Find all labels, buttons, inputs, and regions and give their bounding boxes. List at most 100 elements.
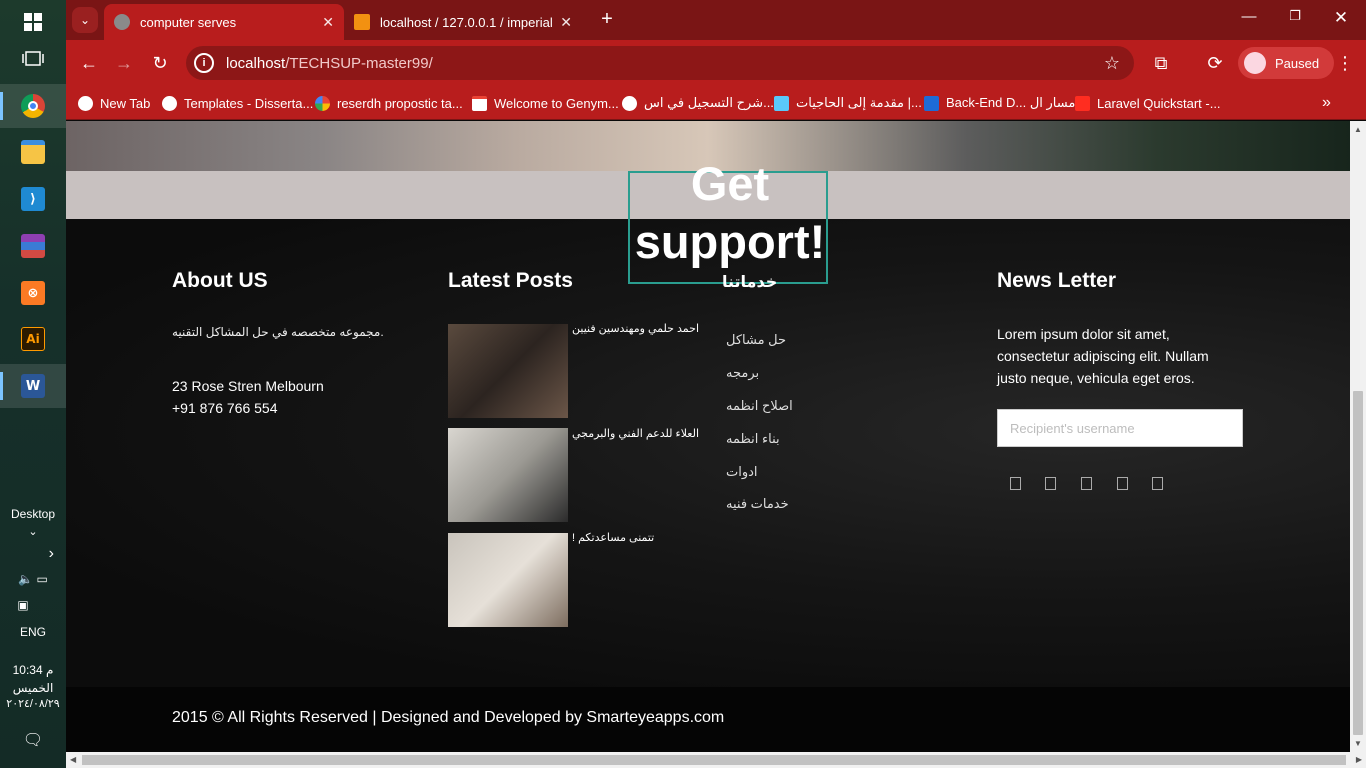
taskbar-illustrator[interactable]: Ai (0, 317, 66, 361)
tab-strip: ⌄ computer serves ✕ localhost / 127.0.0.… (66, 0, 1366, 40)
scroll-right-icon[interactable]: ▶ (1356, 755, 1362, 764)
about-phone: +91 876 766 554 (172, 400, 278, 416)
google-icon (315, 95, 330, 111)
services-title: خدماتنا (722, 274, 778, 291)
service-link[interactable]: حل مشاكل (726, 332, 786, 348)
bookmark-genymotion[interactable]: Welcome to Genym... (472, 92, 619, 114)
linkedin-icon[interactable] (1117, 477, 1128, 490)
taskbar-file-explorer[interactable] (0, 130, 66, 174)
bookmark-laravel[interactable]: Laravel Quickstart -... (1075, 92, 1221, 114)
facebook-icon[interactable] (1010, 477, 1021, 490)
service-link[interactable]: بناء انظمه (726, 431, 780, 447)
url-host: localhost (226, 54, 286, 72)
taskbar-winrar[interactable] (0, 224, 66, 268)
bookmark-label: Welcome to Genym... (494, 95, 619, 111)
tab-title: computer serves (140, 14, 237, 30)
windows-start-icon (21, 10, 45, 34)
language-indicator[interactable]: ENG (0, 625, 66, 639)
bookmark-label: شرح التسجيل في اس... (644, 95, 774, 110)
page-viewport: Get support! About US مجموعه متخصصه في ح… (66, 121, 1350, 752)
extensions-button[interactable]: ⧉ (1148, 50, 1174, 76)
menu-button[interactable]: ⋮ (1332, 50, 1358, 76)
about-title: About US (172, 269, 268, 292)
volume-icon[interactable]: 🔈 (18, 572, 33, 586)
youtube-icon[interactable] (1152, 477, 1163, 490)
notification-icon[interactable]: 🗨 (0, 730, 66, 750)
bookmark-flutter[interactable]: مقدمة إلى الحاجيات |... (774, 92, 922, 114)
laravel-icon (1075, 95, 1090, 111)
chevron-right-icon[interactable]: › (14, 545, 54, 563)
bookmark-label: New Tab (100, 95, 151, 111)
service-link[interactable]: برمجه (726, 365, 759, 381)
tab-search-button[interactable]: ⌄ (72, 7, 98, 33)
desktop-label[interactable]: Desktop (0, 507, 66, 521)
post-thumbnail[interactable] (448, 533, 568, 627)
scroll-up-icon[interactable]: ▲ (1354, 125, 1362, 134)
scroll-down-icon[interactable]: ▼ (1354, 739, 1362, 748)
url-path: /TECHSUP-master99/ (285, 54, 433, 72)
task-view-button[interactable] (0, 37, 66, 81)
vertical-scrollbar[interactable]: ▲ ▼ (1350, 121, 1366, 752)
minimize-button[interactable]: — (1226, 8, 1272, 32)
puzzle-icon: ⧉ (1154, 52, 1168, 73)
site-info-icon[interactable]: i (194, 53, 214, 73)
more-bookmarks-icon[interactable]: » (1322, 92, 1331, 114)
service-link[interactable]: اصلاح انظمه (726, 398, 793, 414)
restore-button[interactable]: ❐ (1272, 8, 1318, 32)
vertical-scroll-thumb[interactable] (1353, 391, 1363, 735)
taskbar-vscode[interactable]: ⟩ (0, 177, 66, 221)
back-button[interactable]: ← (76, 50, 102, 76)
tab-computer-serves[interactable]: computer serves ✕ (104, 4, 344, 40)
about-description: مجموعه متخصصه في حل المشاكل التقنيه. (172, 325, 384, 339)
post-title[interactable]: احمد حلمي ومهندسين فنيين (572, 322, 702, 335)
close-icon[interactable]: ✕ (322, 14, 334, 31)
post-title[interactable]: تتمنى مساعدتكم ! (572, 531, 702, 544)
about-address: 23 Rose Stren Melbourn (172, 378, 324, 394)
more-vertical-icon: ⋮ (1336, 52, 1354, 73)
scroll-left-icon[interactable]: ◀ (70, 755, 76, 764)
newsletter-title: News Letter (997, 269, 1117, 292)
globe-icon (162, 95, 177, 111)
taskbar-xampp[interactable]: ⊗ (0, 271, 66, 315)
service-link[interactable]: خدمات فنيه (726, 496, 789, 512)
profile-status: Paused (1275, 55, 1320, 71)
post-thumbnail[interactable] (448, 324, 568, 418)
globe-icon (114, 14, 130, 30)
forward-button[interactable]: → (111, 50, 137, 76)
post-title[interactable]: العلاء للدعم الفني والبرمجي (572, 427, 702, 440)
arrow-left-icon: ← (80, 52, 98, 73)
post-thumbnail[interactable] (448, 428, 568, 522)
clock-time[interactable]: 10:34 م (0, 663, 66, 677)
profile-button[interactable]: Paused (1238, 47, 1334, 79)
close-icon[interactable]: ✕ (560, 14, 572, 31)
bookmark-templates[interactable]: Templates - Disserta... (162, 92, 313, 114)
taskbar-chrome[interactable] (0, 84, 66, 128)
instagram-icon[interactable] (1081, 477, 1092, 490)
performance-button[interactable]: ⟳ (1202, 50, 1228, 76)
address-bar[interactable]: i localhost/TECHSUP-master99/ ☆ (186, 46, 1134, 80)
taskbar-word[interactable]: W (0, 364, 66, 408)
clock-day: الخميس (12, 681, 54, 695)
globe-icon (622, 95, 637, 111)
bookmark-backend[interactable]: Back-End D... مسار ال (924, 92, 1075, 114)
bookmark-star-icon[interactable]: ☆ (1104, 53, 1120, 74)
network-icon[interactable]: ▣ (0, 598, 56, 612)
bookmark-new-tab[interactable]: New Tab (78, 92, 150, 114)
twitter-icon[interactable] (1045, 477, 1056, 490)
reload-button[interactable]: ↻ (147, 50, 173, 76)
chevron-down-icon[interactable]: ⌄ (0, 525, 66, 538)
battery-icon[interactable]: ▭ (36, 572, 47, 586)
horizontal-scrollbar[interactable]: ◀ ▶ (66, 752, 1366, 768)
posts-title: Latest Posts (448, 269, 573, 292)
bookmark-registration[interactable]: شرح التسجيل في اس... (622, 92, 774, 114)
close-window-button[interactable]: ✕ (1318, 8, 1364, 32)
horizontal-scroll-thumb[interactable] (82, 755, 1346, 765)
bookmark-reserdh[interactable]: reserdh propostic ta... (315, 92, 463, 114)
new-tab-button[interactable]: + (584, 8, 630, 32)
service-link[interactable]: ادوات (726, 464, 758, 480)
gmail-icon (472, 95, 487, 111)
newsletter-input[interactable]: Recipient's username (997, 409, 1243, 447)
avatar (1244, 52, 1266, 74)
bookmark-label: Laravel Quickstart -... (1097, 95, 1221, 111)
tab-phpmyadmin[interactable]: localhost / 127.0.0.1 / imperial_ ✕ (344, 4, 582, 40)
